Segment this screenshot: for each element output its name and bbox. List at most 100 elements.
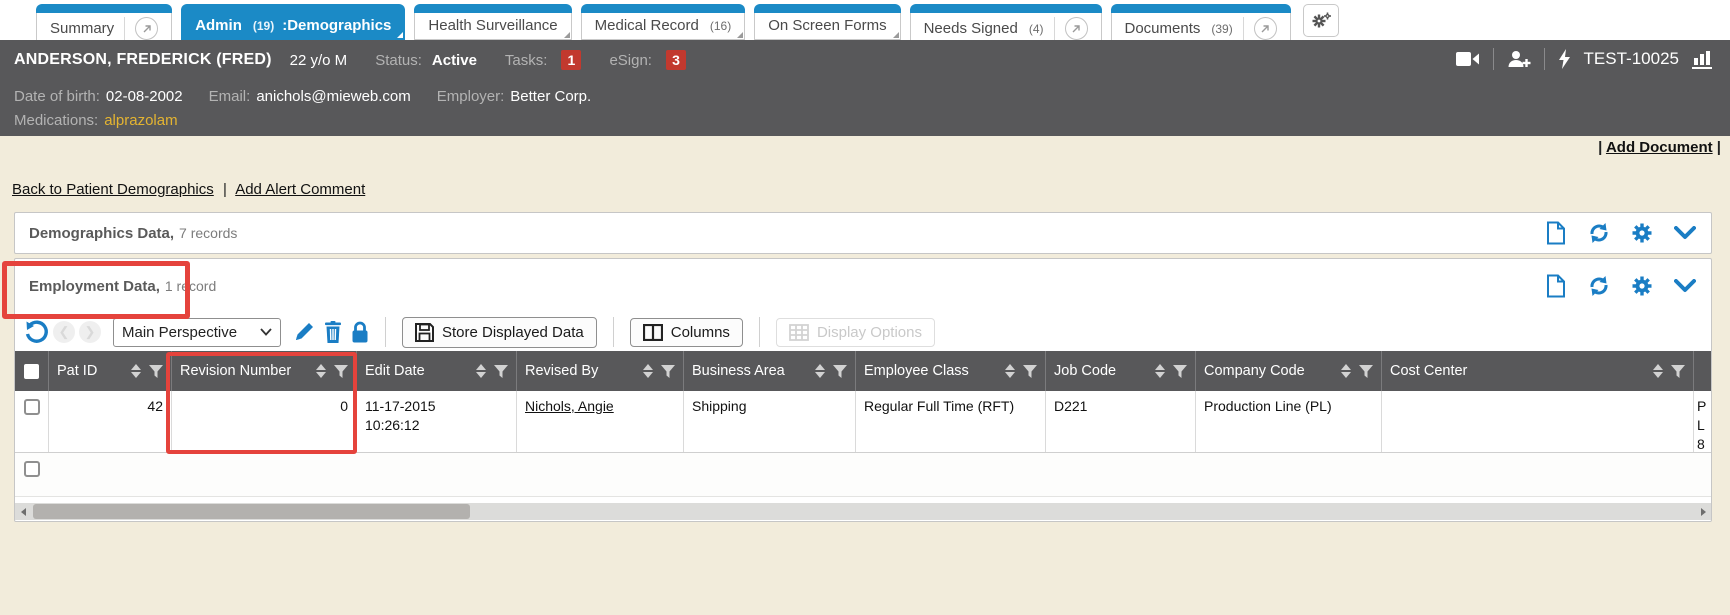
- column-label: Pat ID: [57, 363, 125, 379]
- undo-icon[interactable]: [23, 319, 49, 345]
- cell-job-code: D221: [1045, 391, 1195, 452]
- filter-funnel-icon[interactable]: [661, 365, 675, 378]
- new-document-icon[interactable]: [1544, 221, 1568, 245]
- column-label: Employee Class: [864, 363, 999, 379]
- divider: [1243, 17, 1244, 40]
- sort-icon[interactable]: [1155, 364, 1165, 378]
- gear-icon[interactable]: [1630, 221, 1654, 245]
- bar-chart-icon[interactable]: [1692, 49, 1714, 69]
- sort-icon[interactable]: [316, 364, 326, 378]
- dob-label: Date of birth:: [14, 88, 100, 105]
- esign-badge[interactable]: 3: [666, 50, 686, 70]
- tab-admin-demographics[interactable]: Admin(19):Demographics: [181, 4, 405, 40]
- sort-icon[interactable]: [1653, 364, 1663, 378]
- sort-icon[interactable]: [643, 364, 653, 378]
- add-person-icon[interactable]: [1507, 50, 1531, 68]
- employment-data-panel: Employment Data, 1 record: [14, 258, 1712, 522]
- tab-medical-record[interactable]: Medical Record(16): [581, 4, 746, 40]
- column-header-business-area[interactable]: Business Area: [683, 351, 855, 391]
- filter-funnel-icon[interactable]: [1671, 365, 1685, 378]
- navigation-links-row: Back to Patient Demographics | Add Alert…: [12, 181, 365, 198]
- lock-icon[interactable]: [351, 321, 369, 343]
- gear-icon[interactable]: [1630, 274, 1654, 298]
- sort-icon[interactable]: [1341, 364, 1351, 378]
- popout-arrow-icon[interactable]: [1254, 17, 1277, 40]
- scroll-right-arrow-icon[interactable]: [1695, 508, 1711, 516]
- button-label: Display Options: [817, 324, 922, 341]
- divider: [1544, 48, 1545, 70]
- video-camera-icon[interactable]: [1456, 51, 1480, 67]
- column-header-clipped: [1693, 351, 1711, 391]
- tab-accent-strip: [414, 4, 571, 13]
- pipe: |: [1598, 139, 1602, 156]
- tab-on-screen-forms[interactable]: On Screen Forms: [754, 4, 900, 40]
- sort-icon[interactable]: [476, 364, 486, 378]
- back-to-demographics-link[interactable]: Back to Patient Demographics: [12, 181, 214, 198]
- tab-settings-gears-icon[interactable]: [1303, 4, 1339, 37]
- divider: [1054, 17, 1055, 40]
- sort-icon[interactable]: [815, 364, 825, 378]
- tasks-label: Tasks:: [505, 52, 548, 69]
- column-label: Job Code: [1054, 363, 1149, 379]
- collapse-chevron-down-icon[interactable]: [1673, 274, 1697, 298]
- button-label: Columns: [671, 324, 730, 341]
- refresh-icon[interactable]: [1587, 221, 1611, 245]
- tab-accent-strip: [581, 4, 746, 13]
- filter-funnel-icon[interactable]: [833, 365, 847, 378]
- sort-icon[interactable]: [1005, 364, 1015, 378]
- perspective-select[interactable]: Main Perspective: [113, 318, 281, 347]
- toolbar-divider: [613, 317, 614, 347]
- delete-trash-icon[interactable]: [324, 321, 342, 343]
- previous-perspective-icon[interactable]: ❮: [53, 321, 75, 343]
- column-header-job-code[interactable]: Job Code: [1045, 351, 1195, 391]
- store-displayed-data-button[interactable]: Store Displayed Data: [402, 317, 597, 348]
- edit-pencil-icon[interactable]: [293, 321, 315, 343]
- tasks-badge[interactable]: 1: [561, 50, 581, 70]
- tab-label: Summary: [50, 20, 114, 37]
- column-label: Edit Date: [365, 363, 470, 379]
- column-header-revision-number[interactable]: Revision Number: [171, 351, 356, 391]
- scroll-left-arrow-icon[interactable]: [15, 508, 31, 516]
- esign-label: eSign:: [609, 52, 652, 69]
- tab-health-surveillance[interactable]: Health Surveillance: [414, 4, 571, 40]
- sort-icon[interactable]: [131, 364, 141, 378]
- column-label: Company Code: [1204, 363, 1335, 379]
- collapse-chevron-down-icon[interactable]: [1673, 221, 1697, 245]
- edit-date-date: 11-17-2015: [365, 397, 508, 416]
- refresh-icon[interactable]: [1587, 274, 1611, 298]
- column-header-revised-by[interactable]: Revised By: [516, 351, 683, 391]
- column-header-company-code[interactable]: Company Code: [1195, 351, 1381, 391]
- column-header-edit-date[interactable]: Edit Date: [356, 351, 516, 391]
- next-perspective-icon[interactable]: ❯: [79, 321, 101, 343]
- column-header-pat-id[interactable]: Pat ID: [48, 351, 171, 391]
- horizontal-scrollbar[interactable]: [15, 503, 1711, 520]
- tab-count: (19): [253, 19, 274, 33]
- revised-by-link[interactable]: Nichols, Angie: [525, 398, 614, 414]
- lightning-bolt-icon[interactable]: [1558, 49, 1571, 69]
- scrollbar-thumb[interactable]: [33, 504, 470, 519]
- filter-funnel-icon[interactable]: [1359, 365, 1373, 378]
- new-document-icon[interactable]: [1544, 274, 1568, 298]
- filter-funnel-icon[interactable]: [1173, 365, 1187, 378]
- filter-funnel-icon[interactable]: [494, 365, 508, 378]
- footer-checkbox[interactable]: [24, 461, 40, 477]
- columns-button[interactable]: Columns: [630, 318, 743, 347]
- row-checkbox[interactable]: [24, 399, 40, 415]
- patient-header-bar: ANDERSON, FREDERICK (FRED) 22 y/o M Stat…: [0, 40, 1730, 136]
- add-document-link[interactable]: Add Document: [1606, 139, 1713, 156]
- filter-funnel-icon[interactable]: [334, 365, 348, 378]
- patient-name: ANDERSON, FREDERICK (FRED): [14, 51, 272, 69]
- grid-toolbar: ❮ ❯ Main Perspective: [15, 313, 1711, 351]
- filter-funnel-icon[interactable]: [149, 365, 163, 378]
- filter-funnel-icon[interactable]: [1023, 365, 1037, 378]
- status-label: Status:: [375, 52, 422, 69]
- medication-link[interactable]: alprazolam: [104, 112, 177, 129]
- add-alert-comment-link[interactable]: Add Alert Comment: [235, 181, 365, 198]
- popout-arrow-icon[interactable]: [135, 17, 158, 40]
- tab-label: Admin: [195, 17, 242, 34]
- tab-count: (4): [1029, 22, 1044, 36]
- column-header-cost-center[interactable]: Cost Center: [1381, 351, 1693, 391]
- select-all-checkbox[interactable]: [15, 351, 48, 391]
- column-header-employee-class[interactable]: Employee Class: [855, 351, 1045, 391]
- popout-arrow-icon[interactable]: [1065, 17, 1088, 40]
